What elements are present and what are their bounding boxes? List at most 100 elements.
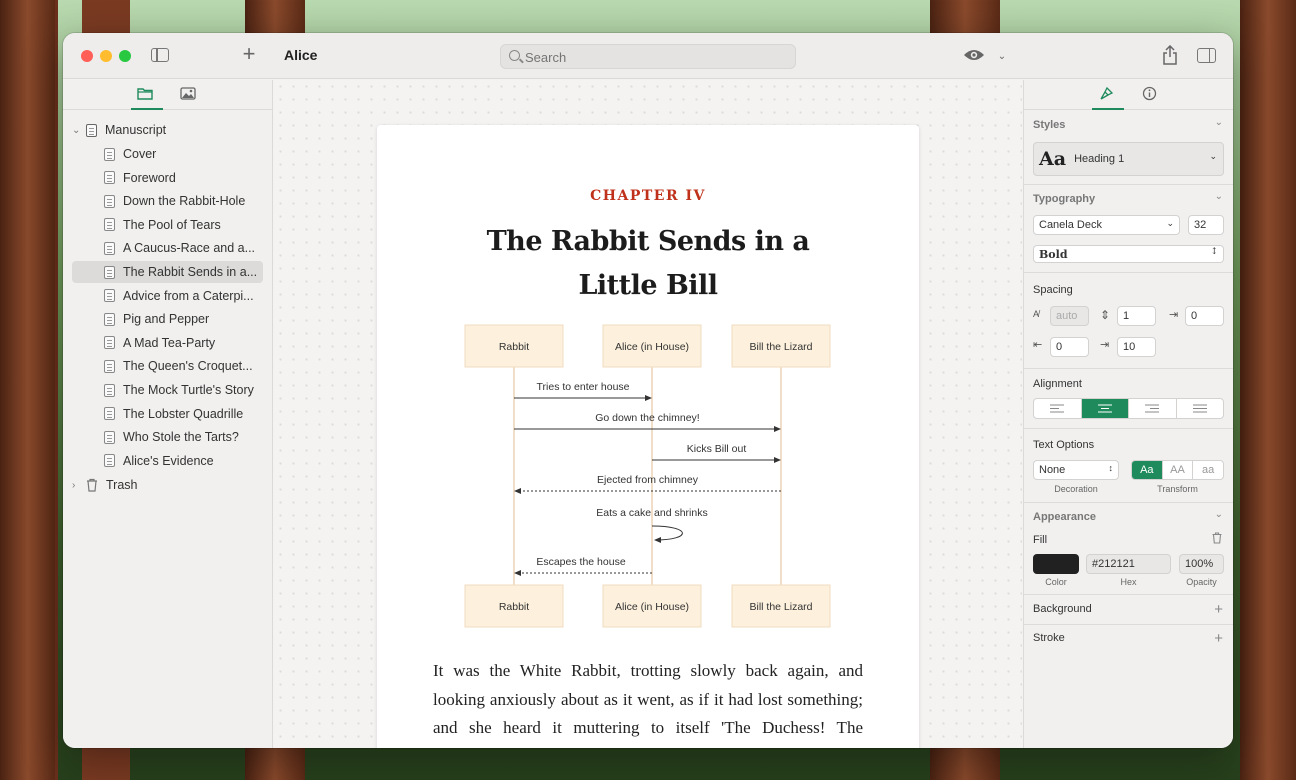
align-left-button[interactable] (1034, 399, 1082, 418)
sidebar-item-label: Down the Rabbit-Hole (123, 194, 246, 209)
chevron-down-icon[interactable]: ⌄ (1215, 117, 1223, 128)
chevron-down-icon[interactable]: ⌄ (72, 125, 86, 136)
transform-control[interactable]: Aa AA aa (1131, 460, 1224, 480)
zoom-window-button[interactable] (119, 50, 131, 62)
document-icon (104, 430, 115, 444)
add-icon[interactable]: + (239, 43, 259, 65)
transform-option-button[interactable]: Aa (1132, 461, 1163, 479)
font-weight-select[interactable]: Bold ↕ (1033, 245, 1224, 263)
tree-trash[interactable]: › Trash (72, 474, 263, 496)
indent-field[interactable]: 0 (1185, 306, 1224, 326)
fill-label: Fill (1033, 534, 1048, 546)
sidebar-item[interactable]: The Rabbit Sends in a... (72, 261, 263, 283)
close-window-button[interactable] (81, 50, 93, 62)
space-after-field[interactable]: 10 (1117, 337, 1156, 357)
document-icon (104, 265, 115, 279)
align-justify-button[interactable] (1177, 399, 1224, 418)
sidebar-item[interactable]: The Mock Turtle's Story (72, 379, 263, 401)
document-icon (104, 312, 115, 326)
align-center-button[interactable] (1081, 399, 1129, 418)
search-input[interactable] (525, 48, 785, 66)
message-label: Tries to enter house (537, 381, 630, 393)
hex-value: #212121 (1092, 558, 1135, 570)
tree-root-manuscript[interactable]: ⌄ Manuscript (72, 119, 263, 141)
decoration-select[interactable]: None ↕ (1033, 460, 1119, 480)
message-label: Escapes the house (536, 556, 625, 568)
chapter-label: CHAPTER IV (590, 188, 706, 204)
chevron-down-icon[interactable]: ⌄ (1215, 509, 1223, 520)
document-icon (104, 171, 115, 185)
sidebar-item[interactable]: Advice from a Caterpi... (72, 285, 263, 307)
sidebar-item[interactable]: A Mad Tea-Party (72, 332, 263, 354)
transform-caption: Transform (1157, 484, 1198, 494)
sidebar-item-label: The Pool of Tears (123, 217, 221, 232)
message-label: Ejected from chimney (597, 474, 699, 486)
trash-icon[interactable] (1212, 532, 1222, 544)
font-family-value: Canela Deck (1039, 219, 1102, 231)
sidebar-item[interactable]: Down the Rabbit-Hole (72, 190, 263, 212)
chapter-heading[interactable]: The Rabbit Sends in a Little Bill (437, 220, 859, 308)
align-right-button[interactable] (1129, 399, 1177, 418)
document-icon (104, 289, 115, 303)
document-icon (104, 241, 115, 255)
media-tab[interactable] (180, 86, 200, 104)
sidebar-item[interactable]: Pig and Pepper (72, 308, 263, 330)
body-paragraph[interactable]: It was the White Rabbit, trotting slowly… (433, 657, 863, 748)
document-icon (104, 359, 115, 373)
sidebar-item[interactable]: A Caucus-Race and a... (72, 237, 263, 259)
transform-option-button[interactable]: AA (1163, 461, 1194, 479)
chevron-down-icon: ⌄ (1166, 218, 1174, 228)
self-message-arrow (651, 525, 683, 543)
preview-eye-icon[interactable] (963, 48, 985, 62)
transform-option-button[interactable]: aa (1193, 461, 1223, 479)
chevron-down-icon[interactable]: ⌄ (995, 50, 1009, 62)
document-title: Alice (284, 47, 318, 63)
document-page[interactable]: CHAPTER IV The Rabbit Sends in a Little … (377, 125, 919, 748)
sidebar-item[interactable]: The Lobster Quadrille (72, 403, 263, 425)
paragraph-style-select[interactable]: Aa Heading 1 ⌄ (1033, 142, 1224, 176)
sequence-diagram[interactable]: Rabbit Alice (in House) Bill the Lizard Rab… (457, 321, 837, 639)
minimize-window-button[interactable] (100, 50, 112, 62)
chevron-down-icon[interactable]: ⌄ (1215, 191, 1223, 202)
search-field[interactable] (500, 44, 796, 69)
fill-color-swatch[interactable] (1033, 554, 1079, 574)
color-caption: Color (1045, 577, 1067, 587)
fill-opacity-field[interactable]: 100% (1179, 554, 1224, 574)
line-height-icon: ⇕ (1100, 308, 1111, 322)
info-tab[interactable] (1142, 86, 1162, 104)
sidebar-item[interactable]: Cover (72, 143, 263, 165)
alignment-control[interactable] (1033, 398, 1224, 419)
participant-label: Rabbit (499, 341, 529, 353)
space-before-field[interactable]: 0 (1050, 337, 1089, 357)
sidebar-item[interactable]: Alice's Evidence (72, 450, 263, 472)
sidebar-item[interactable]: The Queen's Croquet... (72, 355, 263, 377)
participant-label: Bill the Lizard (749, 341, 812, 353)
letter-spacing-field[interactable]: auto (1050, 306, 1089, 326)
font-family-select[interactable]: Canela Deck ⌄ (1033, 215, 1180, 235)
share-icon[interactable] (1161, 45, 1179, 65)
line-height-field[interactable]: 1 (1117, 306, 1156, 326)
inspector-toggle-icon[interactable] (1197, 48, 1216, 63)
add-stroke-icon[interactable]: + (1214, 631, 1223, 646)
add-background-icon[interactable]: + (1214, 602, 1223, 617)
divider (1024, 502, 1233, 503)
stroke-label: Stroke (1033, 632, 1065, 644)
files-tab[interactable] (131, 86, 163, 110)
chevron-right-icon[interactable]: › (72, 480, 86, 491)
styles-section-title: Styles (1033, 119, 1066, 131)
align-center-icon (1097, 404, 1112, 413)
sidebar-item[interactable]: Who Stole the Tarts? (72, 426, 263, 448)
editor-canvas[interactable]: CHAPTER IV The Rabbit Sends in a Little … (274, 80, 1022, 748)
trash-label: Trash (106, 478, 138, 492)
align-right-icon (1145, 404, 1160, 413)
background-tree (1240, 0, 1296, 780)
document-icon (104, 218, 115, 232)
sidebar-item[interactable]: Foreword (72, 167, 263, 189)
style-tab[interactable] (1092, 86, 1124, 110)
space-before-value: 0 (1056, 341, 1063, 353)
sidebar-item-label: The Queen's Croquet... (123, 359, 253, 374)
sidebar-toggle-icon[interactable] (151, 48, 169, 62)
sidebar-item[interactable]: The Pool of Tears (72, 214, 263, 236)
font-size-field[interactable]: 32 (1188, 215, 1224, 235)
fill-hex-field[interactable]: #212121 (1086, 554, 1171, 574)
